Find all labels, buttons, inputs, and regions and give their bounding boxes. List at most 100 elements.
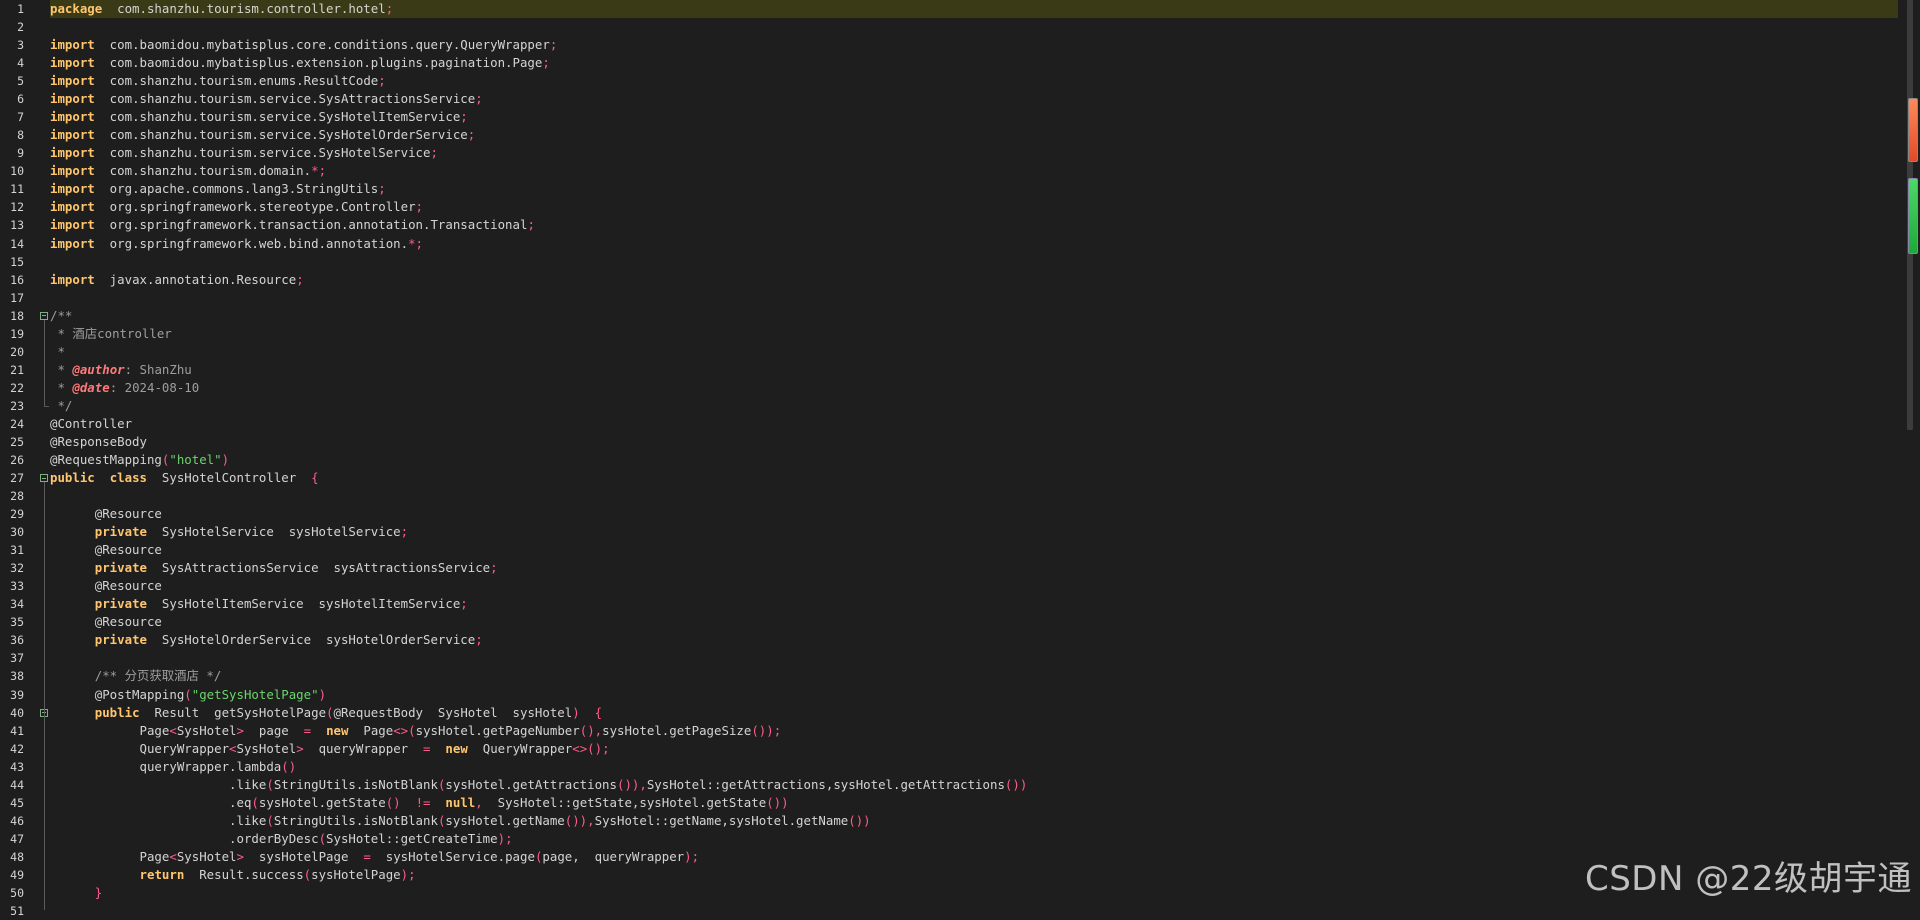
code-token: com.shanzhu.tourism.enums.ResultCode — [94, 73, 379, 89]
code-line[interactable]: package com.shanzhu.tourism.controller.h… — [50, 0, 1898, 18]
code-token: queryWrapper.lambda — [50, 758, 282, 774]
code-line[interactable]: import com.shanzhu.tourism.domain.*; — [50, 162, 1898, 180]
code-line[interactable]: import com.shanzhu.tourism.service.SysAt… — [50, 90, 1898, 108]
code-line[interactable]: Page<SysHotel> page = new Page<>(sysHote… — [50, 722, 1898, 740]
code-line[interactable] — [50, 487, 1898, 505]
code-line[interactable] — [50, 289, 1898, 307]
code-line[interactable]: @PostMapping("getSysHotelPage") — [50, 686, 1898, 704]
code-line[interactable]: import com.baomidou.mybatisplus.extensio… — [50, 54, 1898, 72]
line-number: 17 — [10, 290, 24, 305]
code-token: @RequestBody SysHotel sysHotel — [333, 704, 573, 720]
line-number: 3 — [17, 38, 24, 53]
code-token: com.shanzhu.tourism.service.SysHotelServ… — [94, 145, 431, 161]
code-line[interactable]: .like(StringUtils.isNotBlank(sysHotel.ge… — [50, 776, 1898, 794]
code-area[interactable]: package com.shanzhu.tourism.controller.h… — [50, 0, 1898, 910]
code-editor[interactable]: 1 2 3 4 5 6 7 8 9 10 11 12 13 14 15 16 17 18 19 20 21 22 23 24 2… — [0, 0, 1920, 918]
code-token: class — [109, 470, 147, 486]
line-number: 12 — [10, 200, 24, 215]
code-line[interactable]: import org.springframework.stereotype.Co… — [50, 198, 1898, 216]
code-token: SysHotel::getCreateTime — [326, 830, 498, 846]
vertical-scrollbar[interactable] — [1898, 0, 1920, 910]
code-line[interactable]: queryWrapper.lambda() — [50, 758, 1898, 776]
code-token: > — [296, 740, 304, 756]
line-number: 1 — [17, 2, 24, 16]
code-token: sysHotel.getPageSize — [602, 722, 752, 738]
code-line[interactable]: import org.springframework.transaction.a… — [50, 216, 1898, 234]
code-token: page, queryWrapper — [542, 848, 685, 864]
code-line[interactable]: private SysAttractionsService sysAttract… — [50, 559, 1898, 577]
line-number: 43 — [10, 759, 24, 774]
code-line[interactable]: import org.apache.commons.lang3.StringUt… — [50, 180, 1898, 198]
code-line[interactable]: public Result getSysHotelPage(@RequestBo… — [50, 704, 1898, 722]
fold-toggle-icon[interactable] — [40, 311, 48, 320]
code-token: (), — [579, 722, 603, 738]
code-token: SysHotel::getName,sysHotel.getName — [594, 812, 849, 828]
code-line[interactable]: @Resource — [50, 505, 1898, 523]
line-number: 32 — [10, 561, 24, 576]
code-line[interactable]: import com.baomidou.mybatisplus.core.con… — [50, 36, 1898, 54]
code-token: queryWrapper — [303, 740, 424, 756]
code-token: new — [445, 740, 468, 756]
line-number: 29 — [10, 507, 24, 522]
code-token: com.shanzhu.tourism.service.SysHotelItem… — [94, 109, 461, 125]
code-line[interactable]: * @date: 2024-08-10 — [50, 379, 1898, 397]
code-line[interactable]: */ — [50, 397, 1898, 415]
code-token: ()) — [766, 794, 789, 810]
code-line[interactable]: import com.shanzhu.tourism.service.SysHo… — [50, 144, 1898, 162]
code-line[interactable]: .orderByDesc(SysHotel::getCreateTime); — [50, 830, 1898, 848]
code-line[interactable]: import com.shanzhu.tourism.service.SysHo… — [50, 108, 1898, 126]
code-token: private — [94, 596, 147, 612]
code-token: * 酒店controller — [50, 325, 172, 341]
line-number: 7 — [17, 110, 24, 125]
code-token: ); — [497, 830, 513, 846]
code-line[interactable]: @ResponseBody — [50, 433, 1898, 451]
code-line[interactable]: @Controller — [50, 415, 1898, 433]
code-token: .like — [50, 812, 267, 828]
code-line[interactable] — [50, 18, 1898, 36]
code-token: ()) — [1004, 776, 1028, 792]
code-line[interactable]: @Resource — [50, 541, 1898, 559]
code-line[interactable] — [50, 649, 1898, 667]
code-line[interactable]: @RequestMapping("hotel") — [50, 451, 1898, 469]
code-line[interactable] — [50, 253, 1898, 271]
code-line[interactable]: /** 分页获取酒店 */ — [50, 667, 1898, 685]
code-line[interactable]: @Resource — [50, 613, 1898, 631]
code-token: SysHotel — [176, 722, 237, 738]
code-token: com.baomidou.mybatisplus.extension.plugi… — [94, 55, 543, 71]
code-line[interactable]: * @author: ShanZhu — [50, 361, 1898, 379]
line-number: 36 — [10, 633, 24, 648]
code-token: != — [415, 794, 431, 810]
code-token: SysHotelController — [147, 470, 312, 486]
code-line[interactable]: public class SysHotelController { — [50, 469, 1898, 487]
code-token: org.apache.commons.lang3.StringUtils — [94, 181, 379, 197]
code-token: .like — [50, 776, 267, 792]
code-line[interactable]: import com.shanzhu.tourism.service.SysHo… — [50, 126, 1898, 144]
code-token: SysHotel::getState,sysHotel.getState — [482, 794, 767, 810]
code-line[interactable]: /** — [50, 307, 1898, 325]
code-line[interactable]: @Resource — [50, 577, 1898, 595]
code-line[interactable]: QueryWrapper<SysHotel> queryWrapper = ne… — [50, 740, 1898, 758]
code-token: import — [50, 235, 95, 251]
code-token: SysHotel::getAttractions,sysHotel.getAtt… — [646, 776, 1005, 792]
code-line[interactable] — [50, 902, 1898, 910]
code-line[interactable]: .like(StringUtils.isNotBlank(sysHotel.ge… — [50, 812, 1898, 830]
code-line[interactable]: import com.shanzhu.tourism.enums.ResultC… — [50, 72, 1898, 90]
code-token: * — [50, 343, 65, 359]
code-line[interactable]: * 酒店controller — [50, 325, 1898, 343]
code-line[interactable]: private SysHotelItemService sysHotelItem… — [50, 595, 1898, 613]
fold-toggle-icon[interactable] — [40, 474, 48, 483]
code-line[interactable]: import org.springframework.web.bind.anno… — [50, 235, 1898, 253]
code-line[interactable]: .eq(sysHotel.getState() != null, SysHote… — [50, 794, 1898, 812]
line-number: 18 — [10, 308, 24, 323]
code-line[interactable]: private SysHotelService sysHotelService; — [50, 523, 1898, 541]
line-number: 35 — [10, 615, 24, 630]
code-line[interactable]: private SysHotelOrderService sysHotelOrd… — [50, 631, 1898, 649]
code-line[interactable]: import javax.annotation.Resource; — [50, 271, 1898, 289]
code-line[interactable]: * — [50, 343, 1898, 361]
line-number: 23 — [10, 398, 24, 413]
fold-guide-end — [44, 405, 49, 407]
code-token: QueryWrapper — [467, 740, 573, 756]
